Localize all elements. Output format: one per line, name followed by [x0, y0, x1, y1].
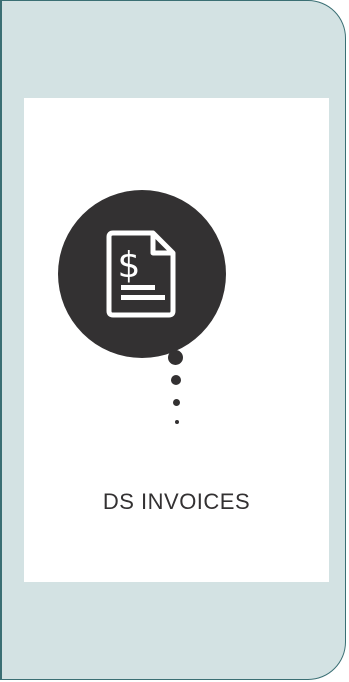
app-tile-frame: $ DS INVOICES: [0, 0, 346, 680]
connector-dot-4: [175, 420, 179, 424]
svg-text:$: $: [118, 245, 141, 286]
app-tile-label: DS INVOICES: [102, 489, 251, 514]
connector-dot-1: [168, 350, 183, 365]
invoice-dollar-icon[interactable]: $: [58, 190, 226, 358]
connector-dot-2: [171, 375, 181, 385]
app-tile-card[interactable]: $ DS INVOICES: [24, 98, 329, 582]
connector-dot-3: [173, 399, 180, 406]
invoice-document-icon: $: [106, 230, 176, 318]
